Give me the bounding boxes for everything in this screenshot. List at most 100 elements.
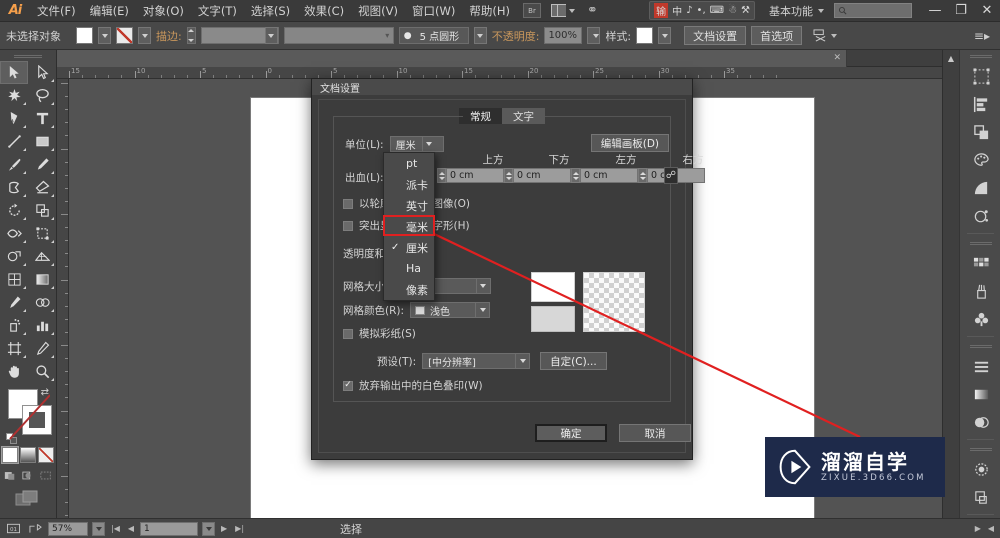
pathfinder-panel-icon[interactable] bbox=[960, 118, 1000, 146]
selection-tool[interactable] bbox=[0, 61, 28, 84]
units-chevron-down-icon[interactable] bbox=[421, 137, 436, 151]
eyedropper-tool[interactable] bbox=[0, 291, 28, 314]
stroke-weight-stepper[interactable] bbox=[186, 27, 196, 44]
screen-mode-button[interactable] bbox=[0, 490, 56, 508]
search-input[interactable] bbox=[834, 3, 912, 18]
bleed-top-stepper[interactable] bbox=[437, 168, 446, 183]
column-graph-tool[interactable] bbox=[28, 314, 56, 337]
workspace-chevron-icon[interactable] bbox=[818, 8, 824, 13]
ok-button[interactable]: 确定 bbox=[535, 424, 607, 442]
artboard-tool[interactable] bbox=[0, 337, 28, 360]
document-tab[interactable]: ✕ bbox=[57, 50, 847, 67]
default-fill-stroke-icon[interactable] bbox=[6, 433, 18, 445]
stroke-panel-icon[interactable] bbox=[960, 352, 1000, 380]
units-option-millimeter[interactable]: 毫米 bbox=[384, 216, 434, 237]
discard-overprint-row[interactable]: ✓ 放弃输出中的白色叠印(W) bbox=[343, 378, 483, 393]
bleed-bottom-input[interactable]: 0 cm bbox=[513, 168, 571, 183]
rotate-tool[interactable] bbox=[0, 199, 28, 222]
eraser-tool[interactable] bbox=[28, 176, 56, 199]
perspective-grid-tool[interactable] bbox=[28, 245, 56, 268]
blob-brush-tool[interactable] bbox=[0, 176, 28, 199]
symbols-panel-icon[interactable] bbox=[960, 305, 1000, 333]
zoom-level-input[interactable]: 57% bbox=[48, 521, 88, 536]
menu-select[interactable]: 选择(S) bbox=[244, 0, 297, 22]
menu-edit[interactable]: 编辑(E) bbox=[83, 0, 136, 22]
units-option-pixel[interactable]: 像素 bbox=[384, 279, 434, 300]
grid-size-chevron-down-icon[interactable] bbox=[475, 279, 490, 293]
stroke-dropdown-icon[interactable] bbox=[138, 27, 151, 44]
magic-wand-tool[interactable] bbox=[0, 84, 28, 107]
opacity-chevron-icon[interactable] bbox=[587, 27, 601, 44]
menu-type[interactable]: 文字(T) bbox=[191, 0, 244, 22]
mesh-tool[interactable] bbox=[0, 268, 28, 291]
discard-overprint-checkbox[interactable]: ✓ bbox=[343, 380, 353, 391]
bleed-left-stepper[interactable] bbox=[571, 168, 580, 183]
status-scroll-left-icon[interactable]: ◀ bbox=[986, 524, 996, 533]
draw-inside-icon[interactable] bbox=[38, 468, 54, 482]
transparency-panel-icon[interactable] bbox=[960, 408, 1000, 436]
color-swatch-button[interactable] bbox=[2, 447, 18, 463]
draw-behind-icon[interactable] bbox=[20, 468, 36, 482]
gradient-tool[interactable] bbox=[28, 268, 56, 291]
outline-mode-checkbox[interactable] bbox=[343, 198, 353, 209]
graphic-styles-panel-icon[interactable] bbox=[960, 455, 1000, 483]
highlight-glyph-checkbox[interactable] bbox=[343, 220, 353, 231]
brushes-panel-icon[interactable] bbox=[960, 277, 1000, 305]
link-bleed-values-icon[interactable]: ☍ bbox=[664, 167, 678, 184]
units-option-ha[interactable]: Ha bbox=[384, 258, 434, 279]
gradient-panel-icon[interactable] bbox=[960, 380, 1000, 408]
custom-button[interactable]: 自定(C)... bbox=[540, 352, 607, 370]
free-transform-tool[interactable] bbox=[28, 222, 56, 245]
dock-grip[interactable] bbox=[960, 50, 1000, 62]
simulate-paper-row[interactable]: 模拟彩纸(S) bbox=[343, 326, 416, 341]
menu-file[interactable]: 文件(F) bbox=[30, 0, 83, 22]
artboard-chevron-icon[interactable] bbox=[202, 521, 216, 536]
scale-tool[interactable] bbox=[28, 199, 56, 222]
last-artboard-button[interactable]: ▶| bbox=[233, 524, 246, 533]
swatches-panel-icon[interactable] bbox=[960, 249, 1000, 277]
edit-artboards-button[interactable]: 编辑画板(D) bbox=[590, 134, 669, 152]
rectangle-tool[interactable] bbox=[28, 130, 56, 153]
stroke-swatch[interactable] bbox=[116, 27, 133, 44]
zoom-level-chevron-icon[interactable] bbox=[92, 521, 105, 536]
paintbrush-tool[interactable] bbox=[0, 153, 28, 176]
slice-tool[interactable] bbox=[28, 337, 56, 360]
menu-effect[interactable]: 效果(C) bbox=[297, 0, 351, 22]
cancel-button[interactable]: 取消 bbox=[619, 424, 691, 442]
bleed-right-stepper[interactable] bbox=[638, 168, 647, 183]
preferences-button[interactable]: 首选项 bbox=[751, 26, 803, 45]
swap-fill-stroke-icon[interactable]: ⇄ bbox=[41, 387, 49, 398]
dock-grip[interactable] bbox=[960, 340, 1000, 352]
next-artboard-button[interactable]: ▶ bbox=[219, 524, 229, 533]
menu-view[interactable]: 视图(V) bbox=[351, 0, 405, 22]
brush-definition-combo[interactable]: ● 5 点圆形 bbox=[398, 27, 469, 44]
grid-color-select[interactable]: 浅色 bbox=[410, 302, 491, 318]
align-chevron-icon[interactable] bbox=[831, 33, 838, 38]
align-to-selection-button[interactable] bbox=[813, 29, 838, 42]
type-tool[interactable] bbox=[28, 107, 56, 130]
arrange-documents-button[interactable] bbox=[547, 2, 579, 19]
stroke-weight-chevron-icon[interactable] bbox=[264, 27, 278, 44]
stroke-weight-combo[interactable] bbox=[200, 27, 279, 44]
brush-dropdown-icon[interactable] bbox=[473, 27, 487, 44]
pen-tool[interactable] bbox=[0, 107, 28, 130]
variable-width-combo[interactable]: ▾ bbox=[283, 27, 394, 44]
color-proof-icon[interactable]: 01 bbox=[4, 522, 22, 536]
fill-dropdown-icon[interactable] bbox=[98, 27, 111, 44]
preset-chevron-down-icon[interactable] bbox=[515, 354, 529, 368]
line-segment-tool[interactable] bbox=[0, 130, 28, 153]
gradient-swatch-button[interactable] bbox=[20, 447, 36, 463]
appearance-panel-icon[interactable] bbox=[960, 202, 1000, 230]
stroke-weight-label[interactable]: 描边: bbox=[156, 28, 182, 44]
restore-button[interactable]: ❐ bbox=[948, 0, 974, 22]
close-tab-icon[interactable]: ✕ bbox=[833, 53, 841, 63]
ime-tray[interactable]: 输 中 ♪ •, ⌨ ☃ ⚒ bbox=[649, 1, 755, 20]
fill-swatch[interactable] bbox=[76, 27, 93, 44]
workspace-label[interactable]: 基本功能 bbox=[769, 3, 813, 19]
hand-tool[interactable] bbox=[0, 360, 28, 383]
menu-window[interactable]: 窗口(W) bbox=[405, 0, 462, 22]
align-panel-icon[interactable] bbox=[960, 90, 1000, 118]
color-panel-icon[interactable] bbox=[960, 146, 1000, 174]
share-icon[interactable] bbox=[26, 522, 44, 536]
opacity-input[interactable]: 100% bbox=[544, 27, 583, 44]
